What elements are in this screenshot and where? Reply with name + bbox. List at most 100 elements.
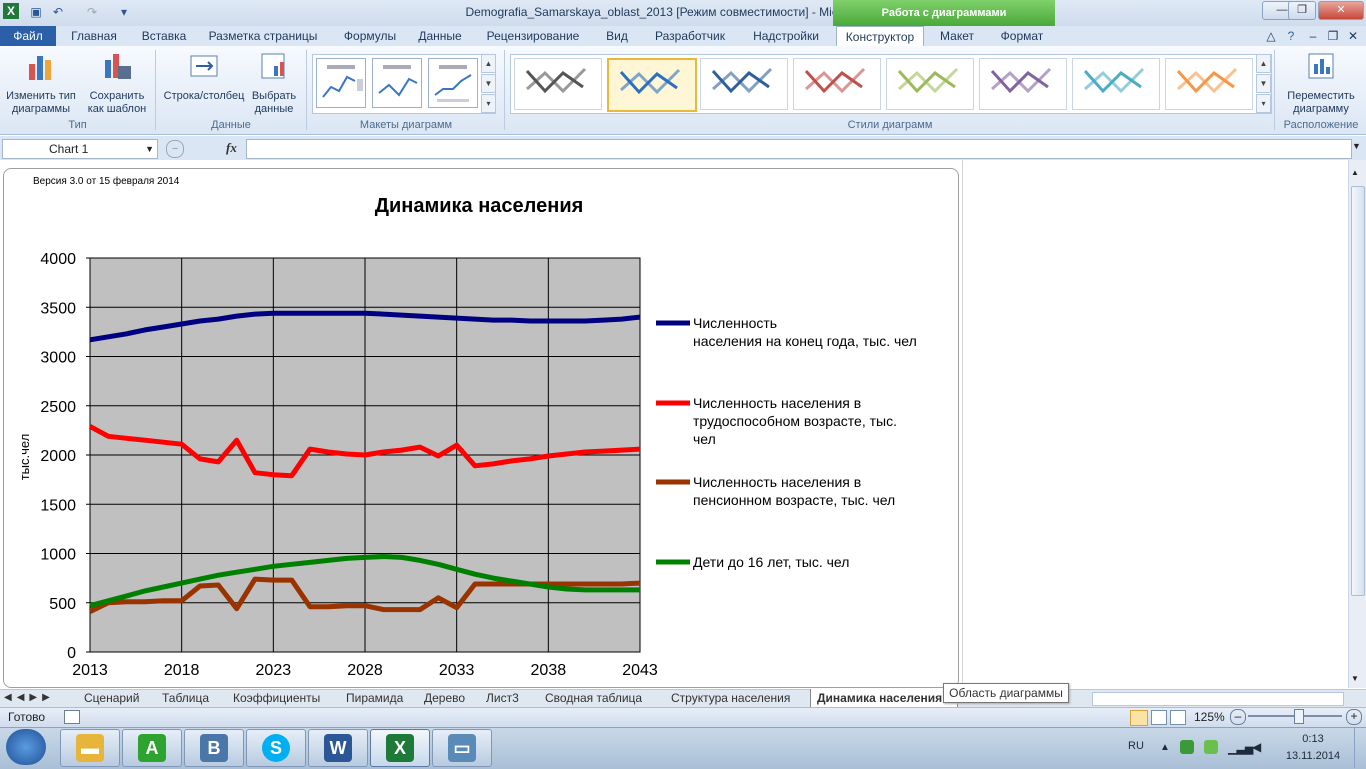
workbook-restore-icon[interactable]: ❐: [1324, 26, 1342, 46]
sheet-tab-sheet3[interactable]: Лист3: [486, 689, 519, 707]
chart-style-5[interactable]: [886, 58, 974, 110]
taskbar-app-a[interactable]: A: [122, 729, 182, 767]
tab-insert[interactable]: Вставка: [134, 26, 194, 46]
taskbar-vk[interactable]: В: [184, 729, 244, 767]
formula-cancel-icon[interactable]: –: [166, 140, 184, 158]
tab-format[interactable]: Формат: [990, 26, 1054, 46]
tab-layout[interactable]: Макет: [930, 26, 984, 46]
x-axis-ticks: 2013 2018 2023 2028 2033 2038 2043: [72, 662, 658, 679]
clock-date[interactable]: 13.11.2014: [1280, 750, 1346, 762]
chart-style-7[interactable]: [1072, 58, 1160, 110]
x-tick-label: 2033: [439, 662, 475, 679]
chart-style-6[interactable]: [979, 58, 1067, 110]
page-layout-view-icon[interactable]: [1151, 710, 1167, 725]
sheet-tab-table[interactable]: Таблица: [162, 689, 209, 707]
minimize-ribbon-icon[interactable]: △: [1262, 26, 1280, 46]
language-indicator[interactable]: RU: [1128, 740, 1144, 752]
clock-time[interactable]: 0:13: [1280, 733, 1346, 745]
scroll-down-icon[interactable]: ▼: [1351, 674, 1359, 683]
sheet-nav-arrows[interactable]: ◀◀▶▶: [4, 689, 55, 707]
normal-view-icon[interactable]: [1130, 710, 1148, 726]
y-tick-label: 2000: [40, 448, 76, 465]
sheet-tab-scenario[interactable]: Сценарий: [84, 689, 139, 707]
page-break-view-icon[interactable]: [1170, 710, 1186, 725]
chart-style-3[interactable]: [700, 58, 788, 110]
chart-svg[interactable]: Версия 3.0 от 15 февраля 2014 Динамика н…: [0, 160, 960, 688]
y-axis-title[interactable]: тыс.чел: [17, 434, 32, 481]
chart-title[interactable]: Динамика населения: [375, 195, 584, 217]
zoom-out-icon[interactable]: –: [1230, 709, 1246, 725]
formula-input[interactable]: [246, 139, 1352, 159]
y-axis-ticks: 0 500 1000 1500 2000 2500 3000 3500 4000: [40, 251, 90, 662]
sheet-tab-dynamics[interactable]: Динамика населения: [810, 689, 958, 707]
tab-review[interactable]: Рецензирование: [480, 26, 586, 46]
chart-style-1[interactable]: [514, 58, 602, 110]
tray-expand-icon[interactable]: ▲: [1160, 742, 1170, 753]
switch-row-column-button[interactable]: Строка/столбец: [160, 50, 248, 103]
taskbar-photos[interactable]: ▭: [432, 729, 492, 767]
restore-button[interactable]: ❐: [1288, 1, 1316, 20]
help-icon[interactable]: ?: [1282, 26, 1300, 46]
tab-view[interactable]: Вид: [597, 26, 637, 46]
volume-icon[interactable]: ◀: [1252, 740, 1261, 754]
move-chart-button[interactable]: Переместить диаграмму: [1282, 50, 1360, 116]
styles-scroll-down[interactable]: ▼: [1256, 74, 1271, 93]
insert-function-icon[interactable]: fx: [226, 140, 237, 156]
start-button[interactable]: [6, 729, 46, 765]
legend[interactable]: Численность населения на конец года, тыс.…: [656, 315, 917, 570]
layouts-more[interactable]: ▾: [481, 94, 496, 113]
sheet-tab-coefficients[interactable]: Коэффициенты: [233, 689, 320, 707]
tab-data[interactable]: Данные: [410, 26, 470, 46]
chart-layout-1[interactable]: [316, 58, 366, 108]
tab-design[interactable]: Конструктор: [836, 26, 924, 47]
workbook-minimize-icon[interactable]: –: [1304, 26, 1322, 46]
switch-row-column-label: Строка/столбец: [163, 90, 245, 102]
chart-layout-3[interactable]: [428, 58, 478, 108]
taskbar-skype[interactable]: S: [246, 729, 306, 767]
macro-record-icon[interactable]: [64, 710, 80, 724]
zoom-slider-thumb[interactable]: [1294, 709, 1304, 724]
tab-addins[interactable]: Надстройки: [745, 26, 827, 46]
change-chart-type-button[interactable]: Изменить тип диаграммы: [4, 50, 78, 116]
layouts-scroll-down[interactable]: ▼: [481, 74, 496, 93]
chevron-down-icon[interactable]: ▼: [145, 140, 154, 158]
sheet-tab-structure[interactable]: Структура населения: [671, 689, 790, 707]
tab-page-layout[interactable]: Разметка страницы: [202, 26, 324, 46]
horizontal-scrollbar[interactable]: [1092, 692, 1344, 706]
tab-formulas[interactable]: Формулы: [334, 26, 406, 46]
chart-style-8[interactable]: [1165, 58, 1253, 110]
tray-shield-icon[interactable]: [1180, 740, 1194, 754]
vertical-scrollbar[interactable]: ▲ ▼: [1348, 160, 1366, 688]
save-as-template-button[interactable]: Сохранить как шаблон: [82, 50, 152, 116]
sheet-tab-pivot[interactable]: Сводная таблица: [545, 689, 642, 707]
chart-style-2[interactable]: [607, 58, 697, 112]
chart-style-4[interactable]: [793, 58, 881, 110]
name-box[interactable]: Chart 1 ▼: [2, 139, 158, 159]
sheet-tab-tree[interactable]: Дерево: [424, 689, 465, 707]
y-tick-label: 2500: [40, 399, 76, 416]
show-desktop-button[interactable]: [1354, 728, 1366, 768]
tab-file[interactable]: Файл: [0, 26, 56, 46]
styles-more[interactable]: ▾: [1256, 94, 1271, 113]
styles-scroll-up[interactable]: ▲: [1256, 54, 1271, 73]
scroll-up-icon[interactable]: ▲: [1351, 168, 1359, 177]
workbook-close-icon[interactable]: ✕: [1344, 26, 1362, 46]
taskbar-excel[interactable]: X: [370, 729, 430, 767]
tray-network-status-icon[interactable]: [1204, 740, 1218, 754]
close-button[interactable]: ✕: [1318, 1, 1364, 20]
tab-developer[interactable]: Разработчик: [645, 26, 735, 46]
signal-icon[interactable]: ▁▃▅: [1228, 742, 1253, 755]
scrollbar-thumb[interactable]: [1351, 186, 1365, 596]
layouts-scroll-up[interactable]: ▲: [481, 54, 496, 73]
zoom-level[interactable]: 125%: [1194, 710, 1225, 724]
expand-formula-bar-icon[interactable]: ▼: [1352, 141, 1361, 151]
taskbar-word[interactable]: W: [308, 729, 368, 767]
chart-layout-2[interactable]: [372, 58, 422, 108]
sheet-tab-pyramid[interactable]: Пирамида: [346, 689, 403, 707]
x-tick-label: 2043: [622, 662, 658, 679]
select-data-button[interactable]: Выбрать данные: [248, 50, 300, 116]
taskbar-explorer[interactable]: ▬: [60, 729, 120, 767]
tab-home[interactable]: Главная: [64, 26, 124, 46]
picture-icon: ▭: [448, 734, 476, 762]
zoom-in-icon[interactable]: +: [1346, 709, 1362, 725]
